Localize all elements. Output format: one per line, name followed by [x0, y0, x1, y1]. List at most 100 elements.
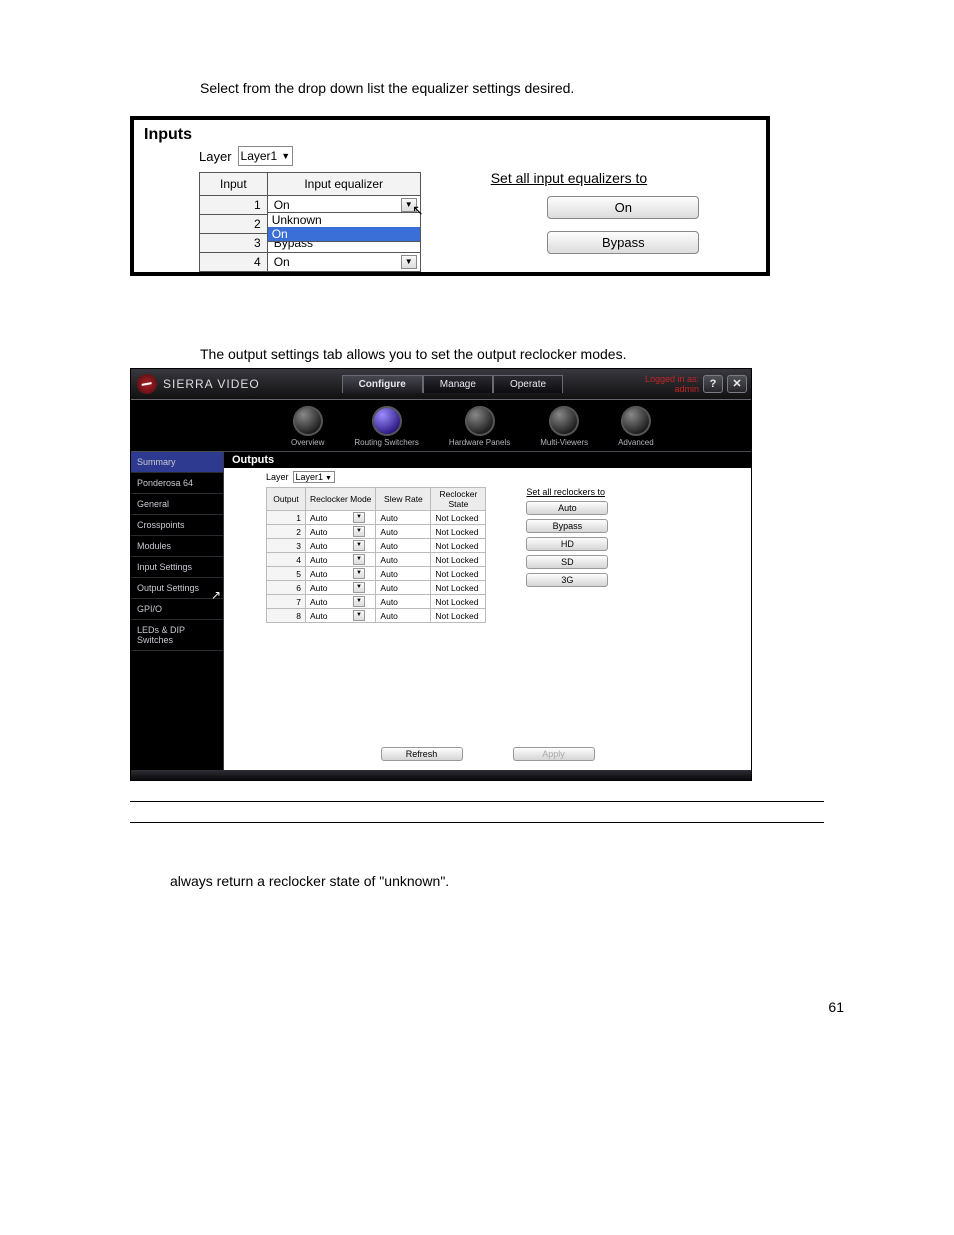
slew-rate-cell: Auto	[376, 525, 431, 539]
sidebar-item-summary[interactable]: Summary	[131, 452, 223, 473]
chevron-down-icon[interactable]: ▼	[353, 554, 365, 565]
reclocker-state-cell: Not Locked	[431, 581, 486, 595]
reclock-sd-button[interactable]: SD	[526, 555, 608, 569]
chevron-down-icon[interactable]: ▼	[353, 526, 365, 537]
reclock-auto-button[interactable]: Auto	[526, 501, 608, 515]
col-reclocker-state: Reclocker State	[431, 488, 486, 511]
slew-rate-cell: Auto	[376, 609, 431, 623]
app-window: SIERRA VIDEO Configure Manage Operate Lo…	[130, 368, 752, 781]
logout-icon[interactable]: ✕	[727, 375, 747, 393]
reclocker-state-cell: Not Locked	[431, 609, 486, 623]
help-icon[interactable]: ?	[703, 375, 723, 393]
col-slew-rate: Slew Rate	[376, 488, 431, 511]
layer-label: Layer	[266, 472, 289, 482]
reclock-3g-button[interactable]: 3G	[526, 573, 608, 587]
reclocker-state-cell: Not Locked	[431, 525, 486, 539]
reclocker-mode-select[interactable]: Auto▼	[306, 595, 376, 609]
reclocker-state-cell: Not Locked	[431, 511, 486, 525]
input-idx: 2	[200, 215, 268, 234]
brand-name: SIERRA VIDEO	[163, 377, 260, 391]
slew-rate-cell: Auto	[376, 567, 431, 581]
separator	[130, 801, 824, 802]
chevron-down-icon[interactable]: ▼	[353, 582, 365, 593]
subnav-multi-viewers[interactable]: Multi-Viewers	[540, 406, 588, 447]
chevron-down-icon[interactable]: ▼	[353, 610, 365, 621]
reclocker-mode-select[interactable]: Auto▼	[306, 581, 376, 595]
col-reclocker-mode: Reclocker Mode	[306, 488, 376, 511]
sidebar-item-output-settings[interactable]: Output Settings	[131, 578, 223, 599]
reclocker-state-cell: Not Locked	[431, 567, 486, 581]
col-input: Input	[200, 173, 268, 196]
layer-label: Layer	[199, 149, 232, 164]
slew-rate-cell: Auto	[376, 595, 431, 609]
equalizer-table: Input Input equalizer 1 On ▼ ↖ Unknown O…	[199, 172, 421, 272]
output-idx: 3	[267, 539, 306, 553]
refresh-button[interactable]: Refresh	[381, 747, 463, 761]
chevron-down-icon[interactable]: ▼	[353, 568, 365, 579]
set-all-reclockers-label: Set all reclockers to	[526, 487, 608, 497]
slew-rate-cell: Auto	[376, 553, 431, 567]
subnav-advanced[interactable]: Advanced	[618, 406, 654, 447]
tab-configure[interactable]: Configure	[342, 375, 423, 393]
chevron-down-icon[interactable]: ▼	[353, 540, 365, 551]
mid-text: The output settings tab allows you to se…	[200, 346, 884, 362]
layer-select[interactable]: Layer1	[238, 146, 294, 166]
reclocker-mode-select[interactable]: Auto▼	[306, 539, 376, 553]
sidebar-item-input-settings[interactable]: Input Settings	[131, 557, 223, 578]
reclocker-mode-select[interactable]: Auto▼	[306, 525, 376, 539]
col-equalizer: Input equalizer	[267, 173, 420, 196]
reclocker-mode-select[interactable]: Auto▼	[306, 609, 376, 623]
output-idx: 7	[267, 595, 306, 609]
equalizer-select[interactable]: On ▼ ↖ Unknown On	[267, 196, 420, 215]
output-idx: 2	[267, 525, 306, 539]
outputs-table: Output Reclocker Mode Slew Rate Reclocke…	[266, 487, 486, 623]
reclocker-mode-select[interactable]: Auto▼	[306, 553, 376, 567]
subnav-overview[interactable]: Overview	[291, 406, 324, 447]
sidebar-item-ponderosa[interactable]: Ponderosa 64	[131, 473, 223, 494]
col-output: Output	[267, 488, 306, 511]
chevron-down-icon[interactable]: ▼	[401, 255, 417, 269]
bottom-strip	[131, 770, 751, 780]
sidebar-item-modules[interactable]: Modules	[131, 536, 223, 557]
tab-manage[interactable]: Manage	[423, 375, 493, 393]
chevron-down-icon[interactable]: ▼	[353, 512, 365, 523]
equalizer-select[interactable]: On ▼	[267, 253, 420, 272]
set-all-bypass-button[interactable]: Bypass	[547, 231, 699, 254]
inputs-panel: Inputs Layer Layer1 Input Input equalize…	[130, 116, 770, 276]
reclocker-state-cell: Not Locked	[431, 595, 486, 609]
chevron-down-icon[interactable]: ▼	[353, 596, 365, 607]
reclock-bypass-button[interactable]: Bypass	[526, 519, 608, 533]
sidebar-item-gpio[interactable]: GPI/O	[131, 599, 223, 620]
bottom-note: always return a reclocker state of "unkn…	[170, 873, 884, 889]
sidebar-item-general[interactable]: General	[131, 494, 223, 515]
tab-operate[interactable]: Operate	[493, 375, 563, 393]
input-idx: 1	[200, 196, 268, 215]
output-idx: 1	[267, 511, 306, 525]
dd-option-unknown[interactable]: Unknown	[268, 213, 420, 227]
layer-select[interactable]: Layer1	[293, 471, 335, 483]
logo-icon	[137, 374, 157, 394]
input-idx: 4	[200, 253, 268, 272]
sidebar-item-leds-dip[interactable]: LEDs & DIP Switches	[131, 620, 223, 651]
outputs-title: Outputs	[224, 452, 751, 468]
inputs-title: Inputs	[144, 126, 756, 144]
subnav-hardware-panels[interactable]: Hardware Panels	[449, 406, 510, 447]
apply-button[interactable]: Apply	[513, 747, 595, 761]
sidebar: Summary Ponderosa 64 General Crosspoints…	[131, 452, 224, 770]
equalizer-dropdown-open[interactable]: Unknown On	[267, 212, 421, 242]
sub-nav: Overview Routing Switchers Hardware Pane…	[131, 400, 751, 452]
page-number: 61	[70, 999, 844, 1015]
reclock-hd-button[interactable]: HD	[526, 537, 608, 551]
separator	[130, 822, 824, 823]
subnav-routing-switchers[interactable]: Routing Switchers	[354, 406, 418, 447]
logged-in-label: Logged in as: admin	[645, 374, 699, 394]
sidebar-item-crosspoints[interactable]: Crosspoints	[131, 515, 223, 536]
dd-option-on[interactable]: On	[268, 227, 420, 241]
reclocker-mode-select[interactable]: Auto▼	[306, 567, 376, 581]
reclocker-mode-select[interactable]: Auto▼	[306, 511, 376, 525]
output-idx: 5	[267, 567, 306, 581]
cursor-icon: ↖	[412, 202, 424, 219]
output-idx: 4	[267, 553, 306, 567]
set-all-on-button[interactable]: On	[547, 196, 699, 219]
slew-rate-cell: Auto	[376, 511, 431, 525]
